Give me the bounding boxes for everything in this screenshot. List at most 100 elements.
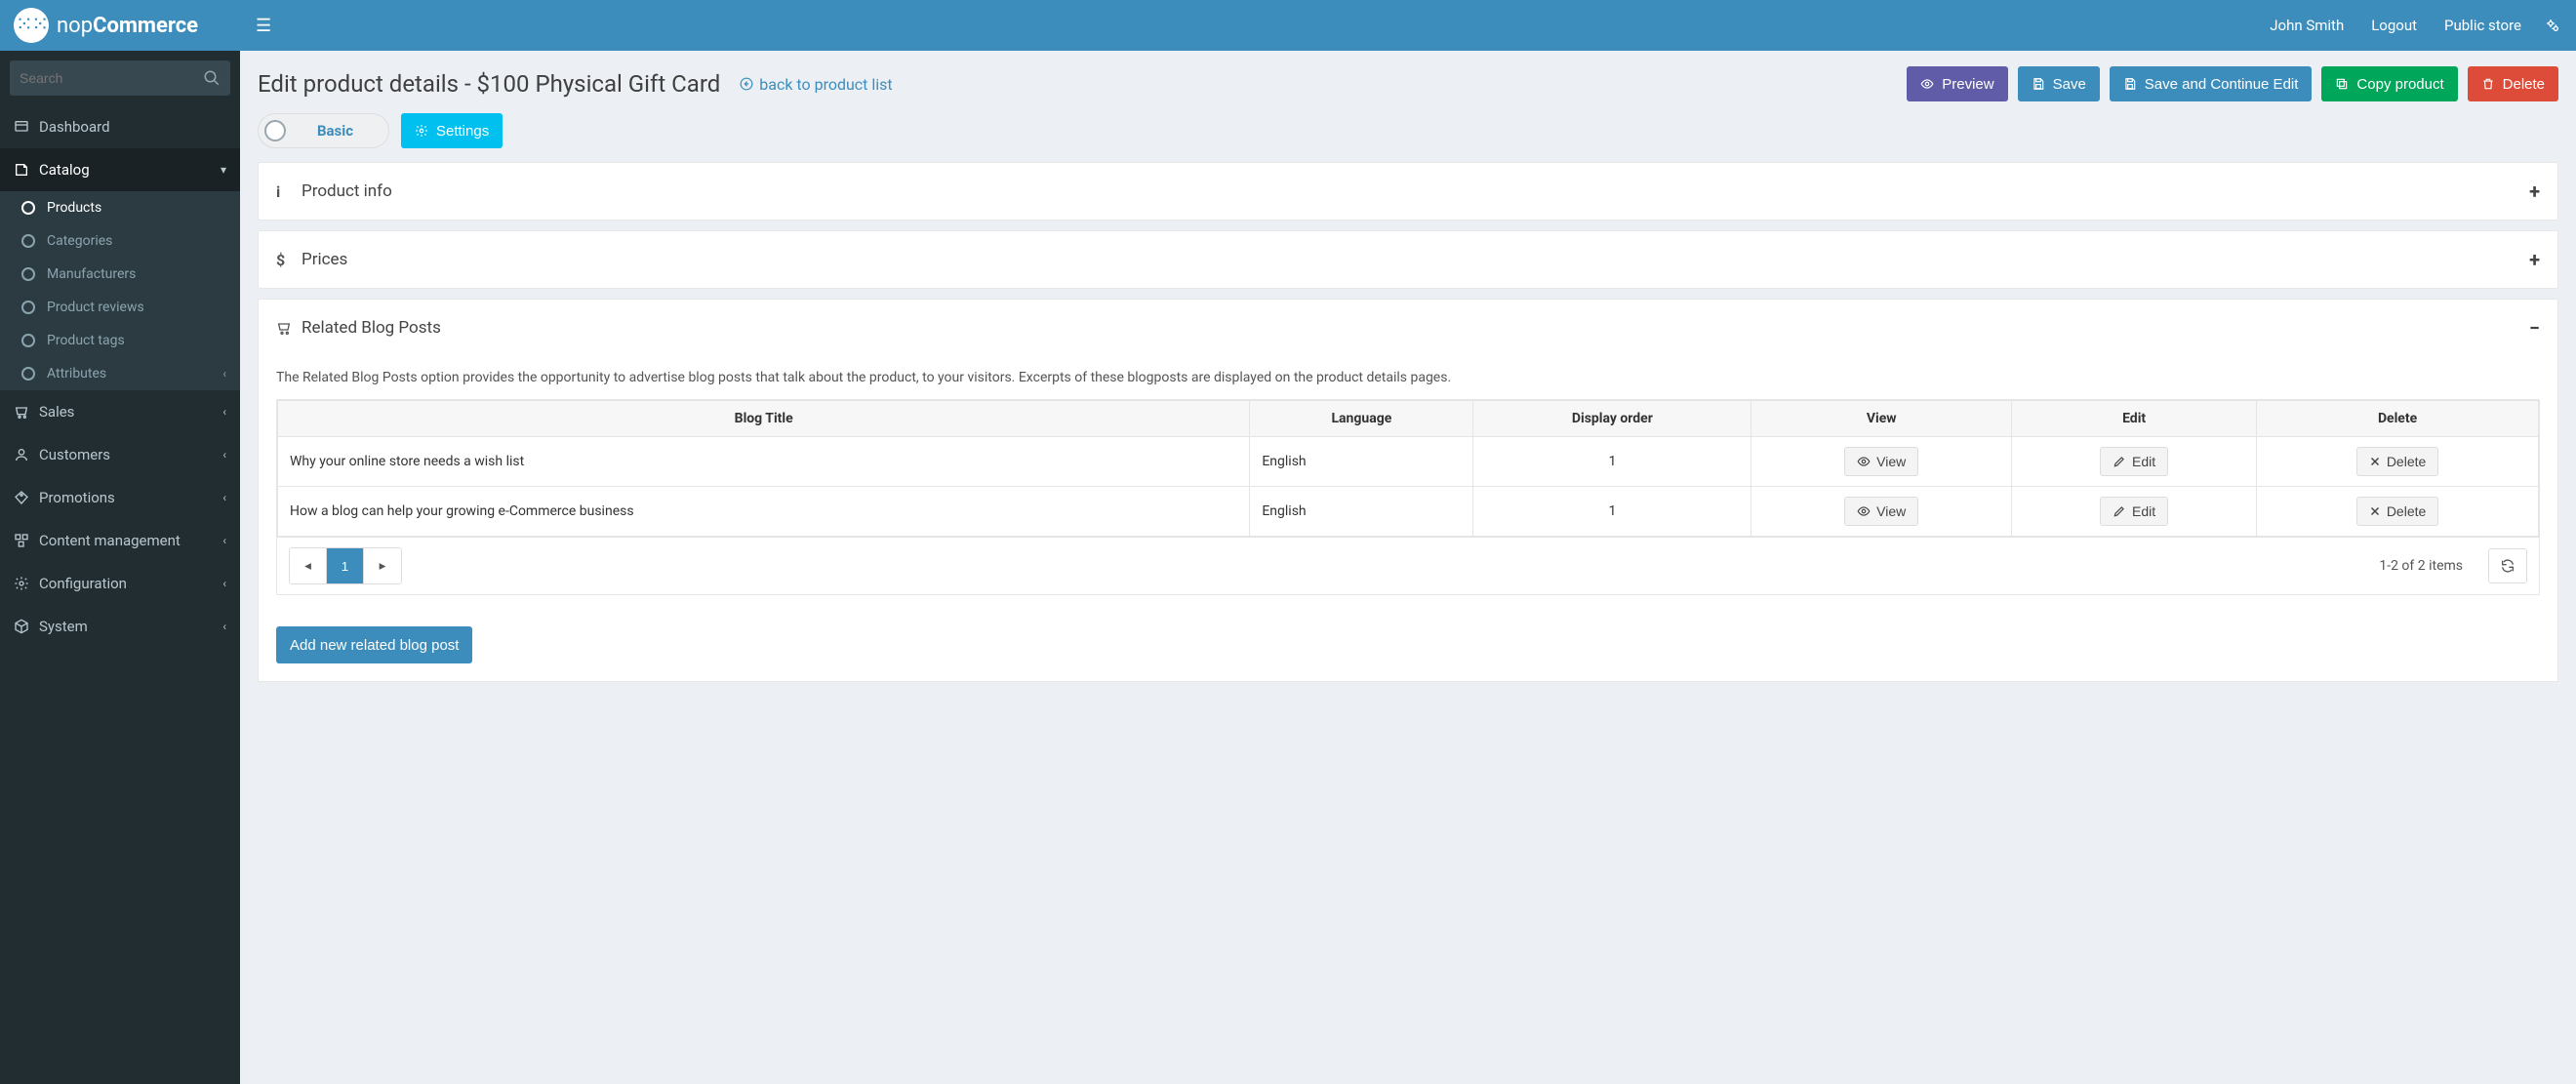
subnav-label: Product tags: [47, 333, 125, 348]
pager-page-1[interactable]: 1: [327, 548, 364, 583]
nav-promotions[interactable]: Promotions ‹: [0, 476, 240, 519]
eye-icon: [1920, 77, 1934, 91]
save-button[interactable]: Save: [2018, 66, 2100, 101]
row-view-button[interactable]: View: [1844, 497, 1918, 526]
top-public-store[interactable]: Public store: [2444, 17, 2521, 34]
top-username[interactable]: John Smith: [2270, 17, 2344, 34]
search-input[interactable]: [20, 70, 203, 86]
subnav-manufacturers[interactable]: Manufacturers: [0, 258, 240, 291]
chevron-left-icon: ‹: [222, 534, 226, 547]
nav-dashboard[interactable]: Dashboard: [0, 105, 240, 148]
col-display-order[interactable]: Display order: [1473, 401, 1751, 437]
row-edit-button[interactable]: Edit: [2100, 497, 2168, 526]
settings-gear-icon[interactable]: [2545, 18, 2560, 33]
pager: ◂ 1 ▸: [289, 547, 402, 584]
cart-icon: [276, 320, 302, 336]
button-label: Save and Continue Edit: [2145, 76, 2299, 93]
arrow-left-icon: [740, 77, 753, 91]
cubes-icon: [14, 533, 39, 548]
search-box[interactable]: [10, 60, 230, 96]
hamburger-icon[interactable]: ☰: [256, 16, 271, 36]
subnav-categories[interactable]: Categories: [0, 224, 240, 258]
toggle-knob-icon: [264, 120, 286, 141]
search-icon[interactable]: [203, 69, 221, 87]
nav-catalog[interactable]: Catalog ▾: [0, 148, 240, 191]
chevron-left-icon: ‹: [222, 448, 226, 462]
subnav-label: Products: [47, 200, 101, 216]
cell-view: View: [1751, 487, 2012, 537]
panel-title: Product info: [302, 181, 392, 201]
preview-button[interactable]: Preview: [1907, 66, 2007, 101]
bullet-icon: [21, 201, 35, 215]
bullet-icon: [21, 234, 35, 248]
subnav-product-tags[interactable]: Product tags: [0, 324, 240, 357]
nav-label: Catalog: [39, 161, 221, 179]
bullet-icon: [21, 334, 35, 347]
search-wrap: [0, 51, 240, 105]
gear-icon: [415, 124, 428, 138]
subnav-attributes[interactable]: Attributes ‹: [0, 357, 240, 390]
pager-prev[interactable]: ◂: [290, 548, 327, 583]
cell-order: 1: [1473, 487, 1751, 537]
panel-title: Prices: [302, 250, 347, 269]
row-view-button[interactable]: View: [1844, 447, 1918, 476]
subnav-product-reviews[interactable]: Product reviews: [0, 291, 240, 324]
brand-logo[interactable]: ⁙⁙ nopCommerce: [0, 0, 240, 51]
eye-icon: [1857, 455, 1871, 468]
delete-button[interactable]: Delete: [2468, 66, 2558, 101]
pager-next[interactable]: ▸: [364, 548, 401, 583]
user-icon: [14, 447, 39, 462]
copy-product-button[interactable]: Copy product: [2321, 66, 2457, 101]
top-links: John Smith Logout Public store: [2270, 17, 2521, 34]
nav-main-2: Sales ‹ Customers ‹ Promotions ‹ Content…: [0, 390, 240, 648]
settings-button[interactable]: Settings: [401, 113, 503, 148]
top-logout[interactable]: Logout: [2371, 17, 2417, 34]
row-delete-button[interactable]: Delete: [2356, 447, 2438, 476]
collapse-icon[interactable]: −: [2529, 316, 2540, 340]
info-icon: i: [276, 182, 302, 201]
cell-language: English: [1250, 487, 1473, 537]
save-icon: [2032, 77, 2045, 91]
back-to-list-link[interactable]: back to product list: [740, 75, 892, 94]
gear-icon: [14, 576, 39, 591]
page-head: Edit product details - $100 Physical Gif…: [240, 51, 2576, 113]
chevron-left-icon: ‹: [222, 491, 226, 504]
panel-related-blog-posts: Related Blog Posts − The Related Blog Po…: [258, 299, 2558, 682]
cell-edit: Edit: [2012, 437, 2257, 487]
cell-delete: Delete: [2257, 437, 2539, 487]
nav-content-management[interactable]: Content management ‹: [0, 519, 240, 562]
nav-sales[interactable]: Sales ‹: [0, 390, 240, 433]
expand-icon[interactable]: +: [2529, 180, 2540, 203]
nav-label: System: [39, 618, 222, 635]
col-blog-title[interactable]: Blog Title: [278, 401, 1250, 437]
row-delete-button[interactable]: Delete: [2356, 497, 2438, 526]
panel-prices: $ Prices +: [258, 230, 2558, 289]
nav-label: Promotions: [39, 489, 222, 506]
refresh-button[interactable]: [2488, 548, 2527, 583]
panel-related-actions: Add new related blog post: [259, 613, 2557, 681]
panel-product-info-header[interactable]: i Product info +: [259, 163, 2557, 220]
save-continue-button[interactable]: Save and Continue Edit: [2110, 66, 2313, 101]
nav-system[interactable]: System ‹: [0, 605, 240, 648]
panel-related-desc: The Related Blog Posts option provides t…: [276, 370, 2540, 385]
panel-title: Related Blog Posts: [302, 318, 441, 338]
chevron-down-icon: ▾: [221, 163, 226, 177]
expand-icon[interactable]: +: [2529, 248, 2540, 271]
sidebar: ⁙⁙ nopCommerce Dashboard Catalog ▾: [0, 0, 240, 1084]
cart-icon: [14, 404, 39, 420]
mode-toggle[interactable]: Basic: [258, 113, 389, 148]
nav-configuration[interactable]: Configuration ‹: [0, 562, 240, 605]
bullet-icon: [21, 301, 35, 314]
panel-related-header[interactable]: Related Blog Posts −: [259, 300, 2557, 356]
subnav-products[interactable]: Products: [0, 191, 240, 224]
row-edit-button[interactable]: Edit: [2100, 447, 2168, 476]
chevron-left-icon: ‹: [222, 620, 226, 633]
catalog-icon: [14, 162, 39, 178]
subnav-label: Categories: [47, 233, 112, 249]
nav-customers[interactable]: Customers ‹: [0, 433, 240, 476]
col-language[interactable]: Language: [1250, 401, 1473, 437]
add-related-blog-post-button[interactable]: Add new related blog post: [276, 626, 472, 663]
cell-order: 1: [1473, 437, 1751, 487]
nav-label: Content management: [39, 532, 222, 549]
panel-prices-header[interactable]: $ Prices +: [259, 231, 2557, 288]
